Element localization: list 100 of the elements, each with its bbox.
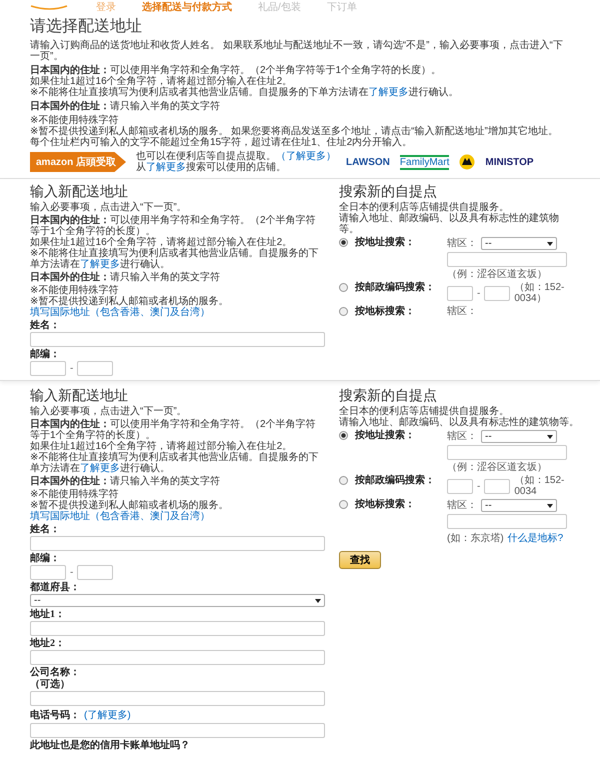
paragraph-text: 如果住址1超过16个全角字符，请将超过部分输入在住址2。 — [30, 441, 294, 452]
description-text: 全日本的便利店等店铺提供自提服务。 — [339, 406, 509, 417]
example-text: （如：152-0034） — [514, 282, 566, 304]
paragraph-text: 日本国外的住址：请只输入半角的英文字符 — [30, 272, 221, 283]
progress-step: 下订单 — [326, 1, 357, 14]
caret-icon — [547, 434, 553, 438]
input-field[interactable] — [30, 621, 325, 636]
radio-button[interactable] — [339, 431, 348, 440]
field-label: 都道府县： — [30, 582, 81, 593]
radio-button[interactable] — [339, 500, 348, 509]
paragraph-text: 日本国内的住址：可以使用半角字符和全角字符。（2个半角字符等于1个全角字符的长度）。 — [30, 419, 317, 441]
field-label: 邮编： — [30, 349, 61, 360]
radio-button[interactable] — [339, 283, 348, 292]
example-text: （例：涩谷区道玄坂） — [447, 269, 547, 280]
option-label: 按邮政编码搜索： — [355, 282, 436, 293]
paragraph-text: 如果住址1超过16个全角字符，请将超过部分输入在住址2。 — [30, 237, 294, 248]
field-label: 姓名： — [30, 524, 60, 535]
link[interactable]: 填写国际地址（包含香港、澳门及台湾） — [30, 307, 210, 318]
option-label: 按地标搜索： — [355, 499, 416, 510]
progress-step: 选择配送与付款方式 — [142, 1, 232, 14]
paragraph-text: ※不能使用特殊字符 — [30, 285, 120, 296]
paragraph-text: 日本国内的住址：可以使用半角字符和全角字符。（2个半角字符等于1个全角字符的长度）。 — [30, 215, 317, 237]
optional-note: （可选） — [30, 679, 71, 690]
input-field[interactable] — [30, 332, 325, 347]
link[interactable]: 了解更多 — [146, 162, 186, 173]
section-title: 输入新配送地址 — [30, 183, 129, 200]
select-field[interactable]: -- — [481, 499, 557, 512]
input-field[interactable] — [77, 565, 114, 580]
separator-text: - — [70, 567, 74, 578]
select-field[interactable]: -- — [481, 430, 557, 443]
description-text: 全日本的便利店等店铺提供自提服务。 — [339, 202, 509, 213]
input-field[interactable] — [77, 361, 114, 376]
paragraph-text: ※不能使用特殊字符 — [30, 489, 120, 500]
paragraph-text: ※不能将住址直接填写为便利店或者其他营业店铺。自提服务的下单方法请在了解更多进行确认。 — [30, 452, 320, 474]
example-text: （例：涩谷区道玄坂） — [447, 462, 547, 473]
store-logo: MINISTOP — [485, 156, 534, 168]
input-field[interactable] — [30, 536, 325, 551]
link[interactable]: 填写国际地址（包含香港、澳门及台湾） — [30, 511, 210, 522]
radio-button[interactable] — [339, 307, 348, 316]
input-field[interactable] — [484, 286, 510, 300]
region-label: 辖区： — [447, 306, 477, 317]
link[interactable]: 什么是地标? — [508, 531, 564, 545]
input-field[interactable] — [30, 565, 66, 580]
section-title: 搜索新的自提点 — [339, 387, 438, 404]
separator-text: - — [70, 363, 74, 374]
progress-step: 登录 — [96, 1, 116, 14]
link[interactable]: 了解更多 — [80, 463, 120, 474]
field-label: 地址1： — [30, 609, 65, 620]
input-field[interactable] — [447, 514, 567, 529]
input-field[interactable] — [30, 691, 325, 706]
smile-logo-icon — [30, 4, 70, 10]
paragraph-text: ※不能使用特殊字符 — [30, 115, 120, 126]
option-label: 按地址搜索： — [355, 237, 416, 248]
store-logo: LAWSON — [346, 156, 390, 168]
input-field[interactable] — [484, 478, 510, 494]
caret-icon — [547, 242, 553, 246]
field-label: 邮编： — [30, 553, 61, 564]
paragraph-text: 输入必要事项，点击进入“下一页”。 — [30, 406, 188, 417]
option-label: 按地标搜索： — [355, 306, 416, 317]
option-label: 按地址搜索： — [355, 430, 416, 441]
store-logo: FamilyMart — [400, 154, 450, 170]
separator-text: - — [477, 288, 480, 298]
learn-more-link[interactable]: (了解更多) — [84, 708, 131, 722]
field-label: 地址2： — [30, 638, 65, 649]
separator-text: - — [477, 480, 480, 492]
link[interactable]: 了解更多 — [80, 259, 120, 270]
paragraph-text: ※暂不提供投递到私人邮箱或者机场的服务。 如果您要将商品发送至多个地址，请点击“输入新配送地址”增加其它地址。 — [30, 126, 559, 137]
select-field[interactable]: -- — [30, 594, 325, 607]
paragraph-text: 每个住址栏内可输入的文字不能超过全角15字符，超过请在住址1、住址2内分开输入。 — [30, 137, 414, 148]
find-button[interactable]: 查找 — [339, 551, 381, 569]
input-field[interactable] — [30, 723, 325, 738]
section-title: 搜索新的自提点 — [339, 183, 438, 200]
radio-button[interactable] — [339, 476, 348, 485]
input-field[interactable] — [447, 286, 473, 300]
description-text: 请输入地址、邮政编码、以及具有标志性的建筑物等。 — [339, 213, 560, 235]
input-field[interactable] — [447, 252, 567, 267]
paragraph-text: ※不能将住址直接填写为便利店或者其他营业店铺。自提服务的下单方法请在了解更多进行确认。 — [30, 248, 320, 270]
paragraph-text: 从了解更多搜索可以使用的店铺。 — [136, 162, 288, 173]
example-text: （如：152-0034 — [514, 475, 566, 497]
paragraph-text: 也可以在便利店等自提点提取。（了解更多） — [136, 151, 336, 162]
caret-icon — [315, 598, 321, 602]
radio-button[interactable] — [339, 238, 348, 247]
question-label: 此地址也是您的信用卡账单地址吗？ — [30, 740, 191, 751]
region-label: 辖区： — [447, 431, 477, 442]
paragraph-text: ※不能将住址直接填写为便利店或者其他营业店铺。自提服务的下单方法请在了解更多进行确认。 — [30, 87, 460, 98]
input-field[interactable] — [447, 478, 473, 494]
link[interactable]: 了解更多 — [368, 87, 408, 98]
select-field[interactable]: -- — [481, 237, 557, 250]
field-label: 姓名： — [30, 320, 60, 331]
region-label: 辖区： — [447, 238, 477, 249]
input-field[interactable] — [30, 650, 325, 665]
paragraph-text: 如果住址1超过16个全角字符，请将超过部分输入在住址2。 — [30, 76, 294, 87]
pickup-badge: amazon 店頭受取 — [30, 152, 126, 172]
paragraph-text: 请输入订购商品的送货地址和收货人姓名。 如果联系地址与配送地址不一致，请勾选“不是”，输入必要事项，点击进入“下一页”。 — [30, 40, 564, 62]
example-text: (如：东京塔) — [447, 532, 504, 544]
input-field[interactable] — [447, 445, 567, 460]
input-field[interactable] — [30, 361, 66, 376]
caret-icon — [547, 504, 553, 508]
paragraph-text: 日本国内的住址：可以使用半角字符和全角字符。（2个半角字符等于1个全角字符的长度）。 — [30, 65, 442, 76]
link[interactable]: （了解更多） — [276, 151, 336, 162]
